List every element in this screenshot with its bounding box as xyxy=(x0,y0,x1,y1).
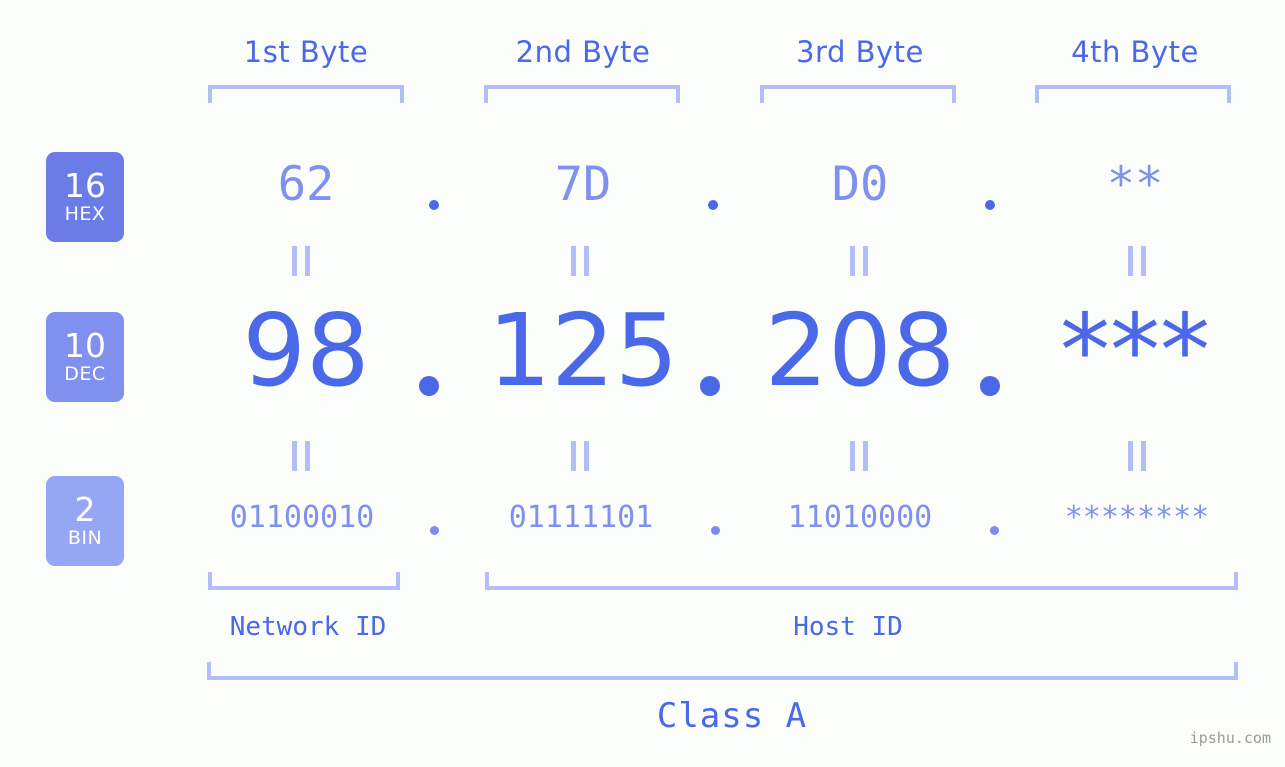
hex-byte-4: ** xyxy=(1106,157,1164,212)
byte-bracket-3 xyxy=(760,85,956,103)
byte-header-1: 1st Byte xyxy=(243,35,369,69)
dec-row: 98 125 208 *** xyxy=(0,296,1285,416)
bin-byte-4: ******** xyxy=(1064,500,1210,535)
dec-byte-1: 98 xyxy=(242,292,370,409)
hex-row: 62 7D D0 ** xyxy=(0,155,1285,217)
class-bracket xyxy=(207,662,1238,680)
network-id-bracket xyxy=(208,572,400,590)
bin-separator-dot-2 xyxy=(711,526,720,535)
host-id-bracket xyxy=(485,572,1238,590)
byte-bracket-4 xyxy=(1035,85,1231,103)
dec-byte-4: *** xyxy=(1060,292,1210,409)
byte-bracket-2 xyxy=(484,85,680,103)
equality-mark-hex-dec-3 xyxy=(850,246,868,276)
equality-mark-hex-dec-2 xyxy=(571,246,589,276)
dec-byte-2: 125 xyxy=(487,292,679,409)
equality-mark-hex-dec-1 xyxy=(292,246,310,276)
site-watermark: ipshu.com xyxy=(1189,729,1271,747)
host-id-label: Host ID xyxy=(793,612,903,642)
class-label: Class A xyxy=(656,696,808,736)
equality-mark-dec-bin-1 xyxy=(292,441,310,471)
hex-byte-1: 62 xyxy=(277,157,335,212)
equality-mark-dec-bin-4 xyxy=(1128,441,1146,471)
byte-header-4: 4th Byte xyxy=(1071,35,1199,69)
bin-byte-3: 11010000 xyxy=(787,500,933,535)
bin-row: 01100010 01111101 11010000 ******** xyxy=(0,498,1285,542)
ip-byte-diagram: 1st Byte 2nd Byte 3rd Byte 4th Byte 16 H… xyxy=(0,0,1285,767)
network-id-label: Network ID xyxy=(229,612,387,642)
equality-mark-hex-dec-4 xyxy=(1128,246,1146,276)
dec-separator-dot-3 xyxy=(980,376,1000,396)
dec-byte-3: 208 xyxy=(764,292,956,409)
hex-byte-2: 7D xyxy=(554,157,612,212)
hex-separator-dot-2 xyxy=(708,200,718,210)
byte-header-2: 2nd Byte xyxy=(515,35,651,69)
dec-separator-dot-1 xyxy=(419,376,439,396)
equality-mark-dec-bin-3 xyxy=(850,441,868,471)
bin-byte-2: 01111101 xyxy=(508,500,654,535)
bin-byte-1: 01100010 xyxy=(229,500,375,535)
bin-separator-dot-1 xyxy=(430,526,439,535)
equality-mark-dec-bin-2 xyxy=(571,441,589,471)
hex-separator-dot-1 xyxy=(429,200,439,210)
dec-separator-dot-2 xyxy=(700,376,720,396)
hex-byte-3: D0 xyxy=(831,157,889,212)
byte-header-3: 3rd Byte xyxy=(796,35,924,69)
bin-separator-dot-3 xyxy=(990,526,999,535)
hex-separator-dot-3 xyxy=(985,200,995,210)
byte-bracket-1 xyxy=(208,85,404,103)
